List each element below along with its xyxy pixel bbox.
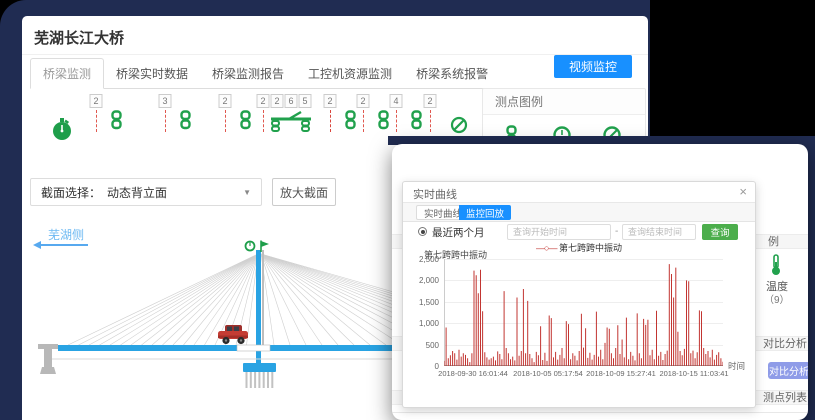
deck-joint-gap xyxy=(237,345,270,351)
tower-far-leg xyxy=(262,250,264,345)
range-separator: - xyxy=(615,226,618,237)
sensor-dash-line xyxy=(96,110,97,132)
dialog-tabstrip: 实时曲线图 监控回放 xyxy=(403,203,755,222)
sensor-count-badge: 6 xyxy=(285,94,298,108)
legend-panel-title: 测点图例 xyxy=(483,89,645,115)
car xyxy=(218,325,248,344)
page-title: 芜湖长江大桥 xyxy=(34,27,124,48)
recent-two-months-label[interactable]: 最近两个月 xyxy=(432,225,485,240)
expansion-joint-icon[interactable] xyxy=(269,110,313,132)
query-button[interactable]: 查询 xyxy=(702,224,738,240)
close-icon[interactable]: × xyxy=(739,184,747,200)
sensor-count-badge: 5 xyxy=(299,94,312,108)
thermometer-icon[interactable] xyxy=(770,254,782,276)
tab-monitor-playback[interactable]: 监控回放 xyxy=(459,205,511,220)
video-monitor-button[interactable]: 视频监控 xyxy=(554,55,632,78)
sensor-count-badge: 3 xyxy=(159,94,172,108)
tower-piles xyxy=(247,372,273,388)
sensor-count-badge: 2 xyxy=(324,94,337,108)
x-tick-label: 2018-10-15 11:03:41 xyxy=(659,369,728,378)
link-sensor-icon[interactable] xyxy=(179,110,192,130)
main-tabbar: 桥梁监测 桥梁实时数据 桥梁监测报告 工控机资源监测 桥梁系统报警 xyxy=(30,62,640,89)
sensor-dash-line xyxy=(225,110,226,132)
prohibition-icon[interactable] xyxy=(450,116,468,134)
sensor-dash-line xyxy=(263,110,264,132)
caret-down-icon: ▼ xyxy=(243,188,251,197)
query-start-time-input[interactable] xyxy=(507,224,611,240)
legend-header-fragment: 例 xyxy=(768,235,779,249)
y-tick-label: 0 xyxy=(407,362,439,371)
link-sensor-icon[interactable] xyxy=(377,110,390,130)
x-tick-label: 2018-09-30 16:01:44 xyxy=(438,369,508,378)
x-axis-title: 时间 xyxy=(728,360,745,372)
black-overlay-region xyxy=(650,0,815,138)
zoom-section-button[interactable]: 放大截面 xyxy=(272,178,336,206)
sensor-count-badge: 2 xyxy=(257,94,270,108)
sensor-count-badge: 4 xyxy=(390,94,403,108)
section-select-box: 截面选择： 动态背立面 ▼ xyxy=(30,178,262,206)
y-tick-label: 500 xyxy=(407,341,439,350)
link-sensor-icon[interactable] xyxy=(344,110,357,130)
x-tick-label: 2018-10-09 15:27:41 xyxy=(586,369,656,378)
tab-monitor-report[interactable]: 桥梁监测报告 xyxy=(200,59,296,88)
sensor-count-badge: 2 xyxy=(357,94,370,108)
link-sensor-icon[interactable] xyxy=(239,110,252,130)
tab-bridge-monitoring[interactable]: 桥梁监测 xyxy=(30,58,104,89)
temperature-count: （9） xyxy=(764,291,790,306)
stopwatch-icon[interactable] xyxy=(52,118,72,142)
x-tick-label: 2018-10-05 05:17:54 xyxy=(513,369,583,378)
link-sensor-icon[interactable] xyxy=(110,110,123,130)
tower-pier-cap xyxy=(243,363,276,372)
section-select[interactable]: 动态背立面 ▼ xyxy=(107,184,261,201)
tab-realtime-data[interactable]: 桥梁实时数据 xyxy=(104,59,200,88)
sensor-dash-line xyxy=(363,110,364,132)
tab-system-alarm[interactable]: 桥梁系统报警 xyxy=(404,59,500,88)
sensor-dash-line xyxy=(330,110,331,132)
legend-series-name: 第七跨跨中振动 xyxy=(559,243,622,253)
y-tick-label: 2,500 xyxy=(407,255,439,264)
screen-background: 芜湖长江大桥 桥梁监测 桥梁实时数据 桥梁监测报告 工控机资源监测 桥梁系统报警… xyxy=(0,0,815,420)
legend-line-marker: —○— xyxy=(536,243,556,253)
bridge-diagram xyxy=(22,240,394,420)
sensor-count-badge: 2 xyxy=(271,94,284,108)
section-select-label: 截面选择： xyxy=(31,184,107,201)
sensor-dash-line xyxy=(396,110,397,132)
compare-analysis-button[interactable]: 对比分析 xyxy=(768,362,808,379)
compare-header-label: 对比分析 xyxy=(763,337,807,351)
query-end-time-input[interactable] xyxy=(622,224,696,240)
sensor-count-badge: 2 xyxy=(424,94,437,108)
tower-top-gauge-icon[interactable] xyxy=(246,242,255,251)
dialog-title: 实时曲线 xyxy=(413,186,457,202)
bridge-deck xyxy=(58,345,394,351)
sensor-count-badge: 2 xyxy=(90,94,103,108)
recent-two-months-radio[interactable] xyxy=(418,227,427,236)
point-list-label: 测点列表 xyxy=(763,391,807,405)
y-tick-label: 2,000 xyxy=(407,276,439,285)
link-sensor-icon[interactable] xyxy=(410,110,423,130)
divider xyxy=(392,412,808,413)
section-select-value: 动态背立面 xyxy=(107,184,167,201)
tab-ipc-resource[interactable]: 工控机资源监测 xyxy=(296,59,404,88)
sensor-dash-line xyxy=(430,110,431,132)
y-tick-label: 1,500 xyxy=(407,298,439,307)
dialog-header: 实时曲线 × xyxy=(403,182,755,203)
realtime-curve-dialog: 实时曲线 × 实时曲线图 监控回放 最近两个月 - 查询 —○— 第七跨跨中振动… xyxy=(402,181,756,408)
query-controls: 最近两个月 - 查询 xyxy=(403,224,755,241)
y-tick-label: 1,000 xyxy=(407,319,439,328)
vibration-series xyxy=(444,259,723,366)
sensor-dash-line xyxy=(165,110,166,132)
sensor-count-badge: 2 xyxy=(219,94,232,108)
